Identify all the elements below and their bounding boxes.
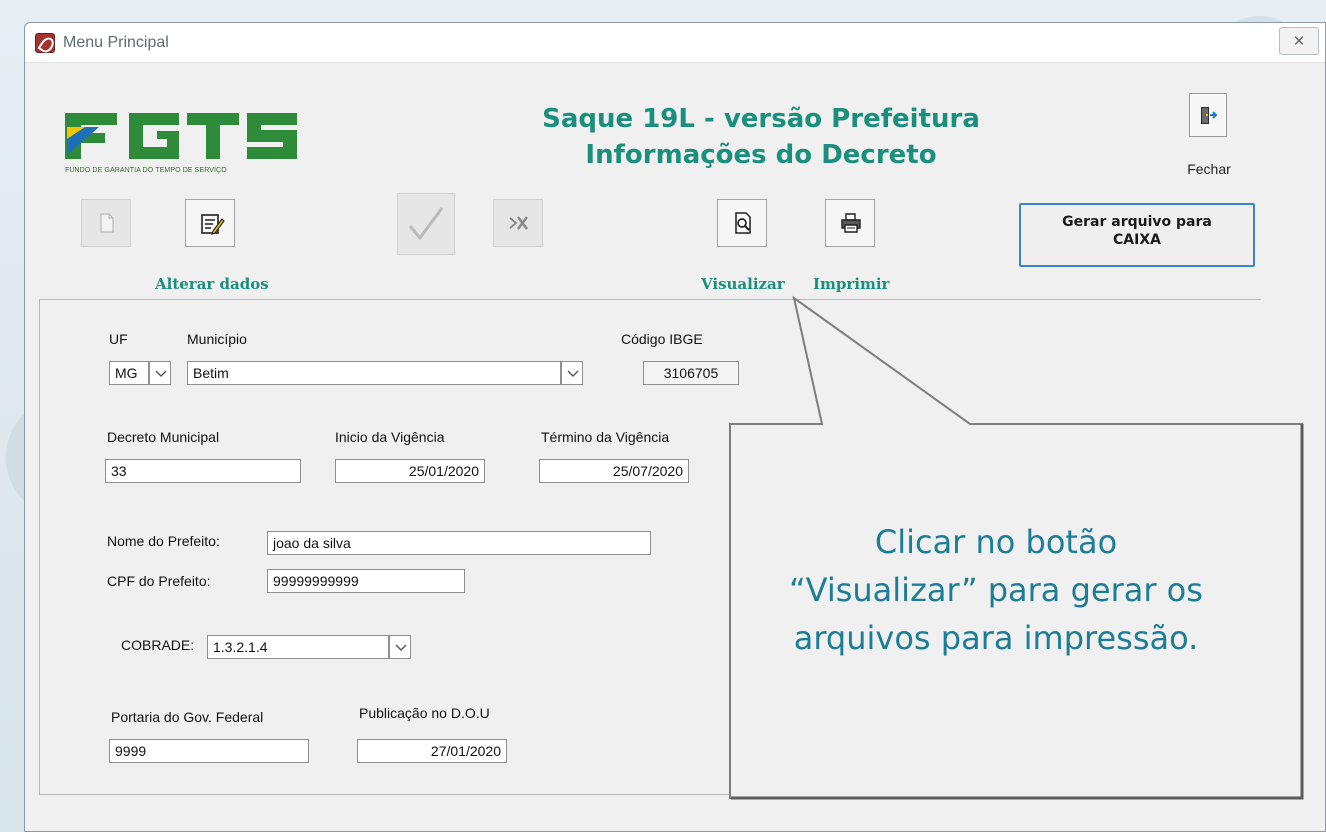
termino-vigencia-label: Término da Vigência [541,429,670,445]
window-title: Menu Principal [63,33,169,51]
uf-label: UF [109,331,128,347]
close-window-button[interactable]: ✕ [1279,27,1319,55]
callout-line-2: “Visualizar” para gerar os [789,571,1203,609]
new-record-button[interactable] [81,199,131,247]
municipio-dropdown-button[interactable] [561,361,583,385]
main-menu-window: Menu Principal ✕ FUNDO DE GARANTIA DO TE… [24,22,1326,832]
prefeito-cpf-label: CPF do Prefeito: [107,573,211,589]
exit-label: Fechar [1187,161,1231,177]
prefeito-name-field[interactable]: joao da silva [267,531,651,555]
termino-vigencia-field[interactable]: 25/07/2020 [539,459,689,483]
chevron-down-icon [395,644,407,651]
confirm-button[interactable] [397,193,455,255]
ibge-code-field[interactable]: 3106705 [643,361,739,385]
generate-button-label-line-1: Gerar arquivo para [1062,214,1212,230]
generate-caixa-file-button[interactable]: Gerar arquivo para CAIXA [1019,203,1255,267]
printer-icon [841,213,861,233]
municipio-select[interactable]: Betim [187,361,561,385]
exit-button[interactable] [1189,93,1227,137]
municipio-label: Município [187,331,247,347]
decreto-label: Decreto Municipal [107,429,220,445]
checkmark-icon [408,207,444,241]
generate-button-label-line-2: CAIXA [1113,232,1161,248]
portaria-field[interactable]: 9999 [109,739,309,763]
ibge-code-label: Código IBGE [621,331,703,347]
print-preview-icon [735,212,751,234]
edit-data-label: Alterar dados [155,275,269,293]
publicacao-dou-label: Publicação no D.O.U [359,705,490,721]
callout-text: Clicar no botão “Visualizar” para gerar … [708,518,1284,662]
page-title-line-2: Informações do Decreto [585,140,937,170]
exit-door-icon [1201,107,1218,124]
title-bar: Menu Principal ✕ [25,23,1325,63]
preview-button[interactable] [717,199,767,247]
portaria-label: Portaria do Gov. Federal [111,709,264,725]
print-button[interactable] [825,199,875,247]
chevron-down-icon [567,370,579,377]
page-title: Saque 19L - versão Prefeitura Informaçõe… [505,101,1017,173]
cobrade-label: COBRADE: [121,637,195,653]
decreto-field[interactable]: 33 [105,459,301,483]
callout-line-1: Clicar no botão [874,523,1118,561]
chevron-down-icon [155,370,167,377]
cancel-edit-button[interactable] [493,199,543,247]
cobrade-dropdown-button[interactable] [389,635,411,659]
uf-select[interactable]: MG [109,361,149,385]
callout-line-3: arquivos para impressão. [793,619,1199,657]
fgts-logo: FUNDO DE GARANTIA DO TEMPO DE SERVIÇO [63,97,299,177]
edit-document-icon [201,214,225,235]
new-document-icon [100,213,114,233]
preview-label: Visualizar [701,275,785,293]
page-title-line-1: Saque 19L - versão Prefeitura [542,104,980,134]
edit-data-button[interactable] [185,199,235,247]
access-app-icon [35,32,55,53]
uf-dropdown-button[interactable] [149,361,171,385]
inicio-vigencia-field[interactable]: 25/01/2020 [335,459,485,483]
cancel-edit-icon [509,216,529,230]
logo-tagline: FUNDO DE GARANTIA DO TEMPO DE SERVIÇO [65,167,227,174]
prefeito-cpf-field[interactable]: 99999999999 [267,569,465,593]
prefeito-name-label: Nome do Prefeito: [107,533,220,549]
print-label: Imprimir [813,275,890,293]
publicacao-dou-field[interactable]: 27/01/2020 [357,739,507,763]
cobrade-select[interactable]: 1.3.2.1.4 [207,635,389,659]
inicio-vigencia-label: Inicio da Vigência [335,429,445,445]
